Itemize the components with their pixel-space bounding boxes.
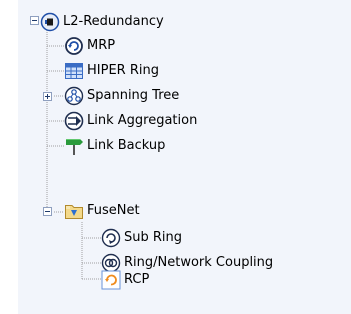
link-backup-icon (64, 136, 84, 156)
mrp-ring-icon (64, 36, 84, 56)
rcp-icon (101, 270, 121, 290)
fusenet-folder-icon (64, 201, 84, 221)
collapse-fusenet-button[interactable] (43, 207, 52, 216)
collapse-l2-redundancy-button[interactable] (30, 16, 39, 25)
tree-node-link-aggregation[interactable]: Link Aggregation (64, 109, 197, 133)
link-aggregation-icon (64, 111, 84, 131)
spanning-tree-icon (64, 86, 84, 106)
tree-node-spanning-tree[interactable]: Spanning Tree (64, 84, 179, 108)
tree-node-label: HIPER Ring (87, 63, 159, 78)
sub-ring-icon (101, 228, 121, 248)
tree-node-label: Link Aggregation (87, 113, 198, 128)
tree-node-rcp[interactable]: RCP (101, 268, 149, 292)
tree-node-label: Spanning Tree (87, 88, 180, 103)
tree-node-label: Link Backup (87, 138, 166, 153)
tree-node-label: L2-Redundancy (63, 14, 164, 29)
l2-redundancy-icon (40, 12, 60, 32)
tree-node-mrp[interactable]: MRP (64, 34, 115, 58)
tree-node-link-backup[interactable]: Link Backup (64, 134, 165, 158)
tree-node-hiper-ring[interactable]: HIPER Ring (64, 59, 159, 83)
tree-node-label: Sub Ring (124, 230, 183, 245)
tree-node-label: RCP (124, 272, 150, 287)
hiper-ring-grid-icon (64, 61, 84, 81)
expand-spanning-tree-button[interactable] (43, 92, 52, 101)
tree-node-label: FuseNet (87, 203, 140, 218)
tree-node-fusenet[interactable]: FuseNet (64, 199, 140, 223)
tree-node-sub-ring[interactable]: Sub Ring (101, 226, 182, 250)
tree-node-l2-redundancy[interactable]: L2-Redundancy (40, 10, 164, 34)
tree-node-label: MRP (87, 38, 116, 53)
